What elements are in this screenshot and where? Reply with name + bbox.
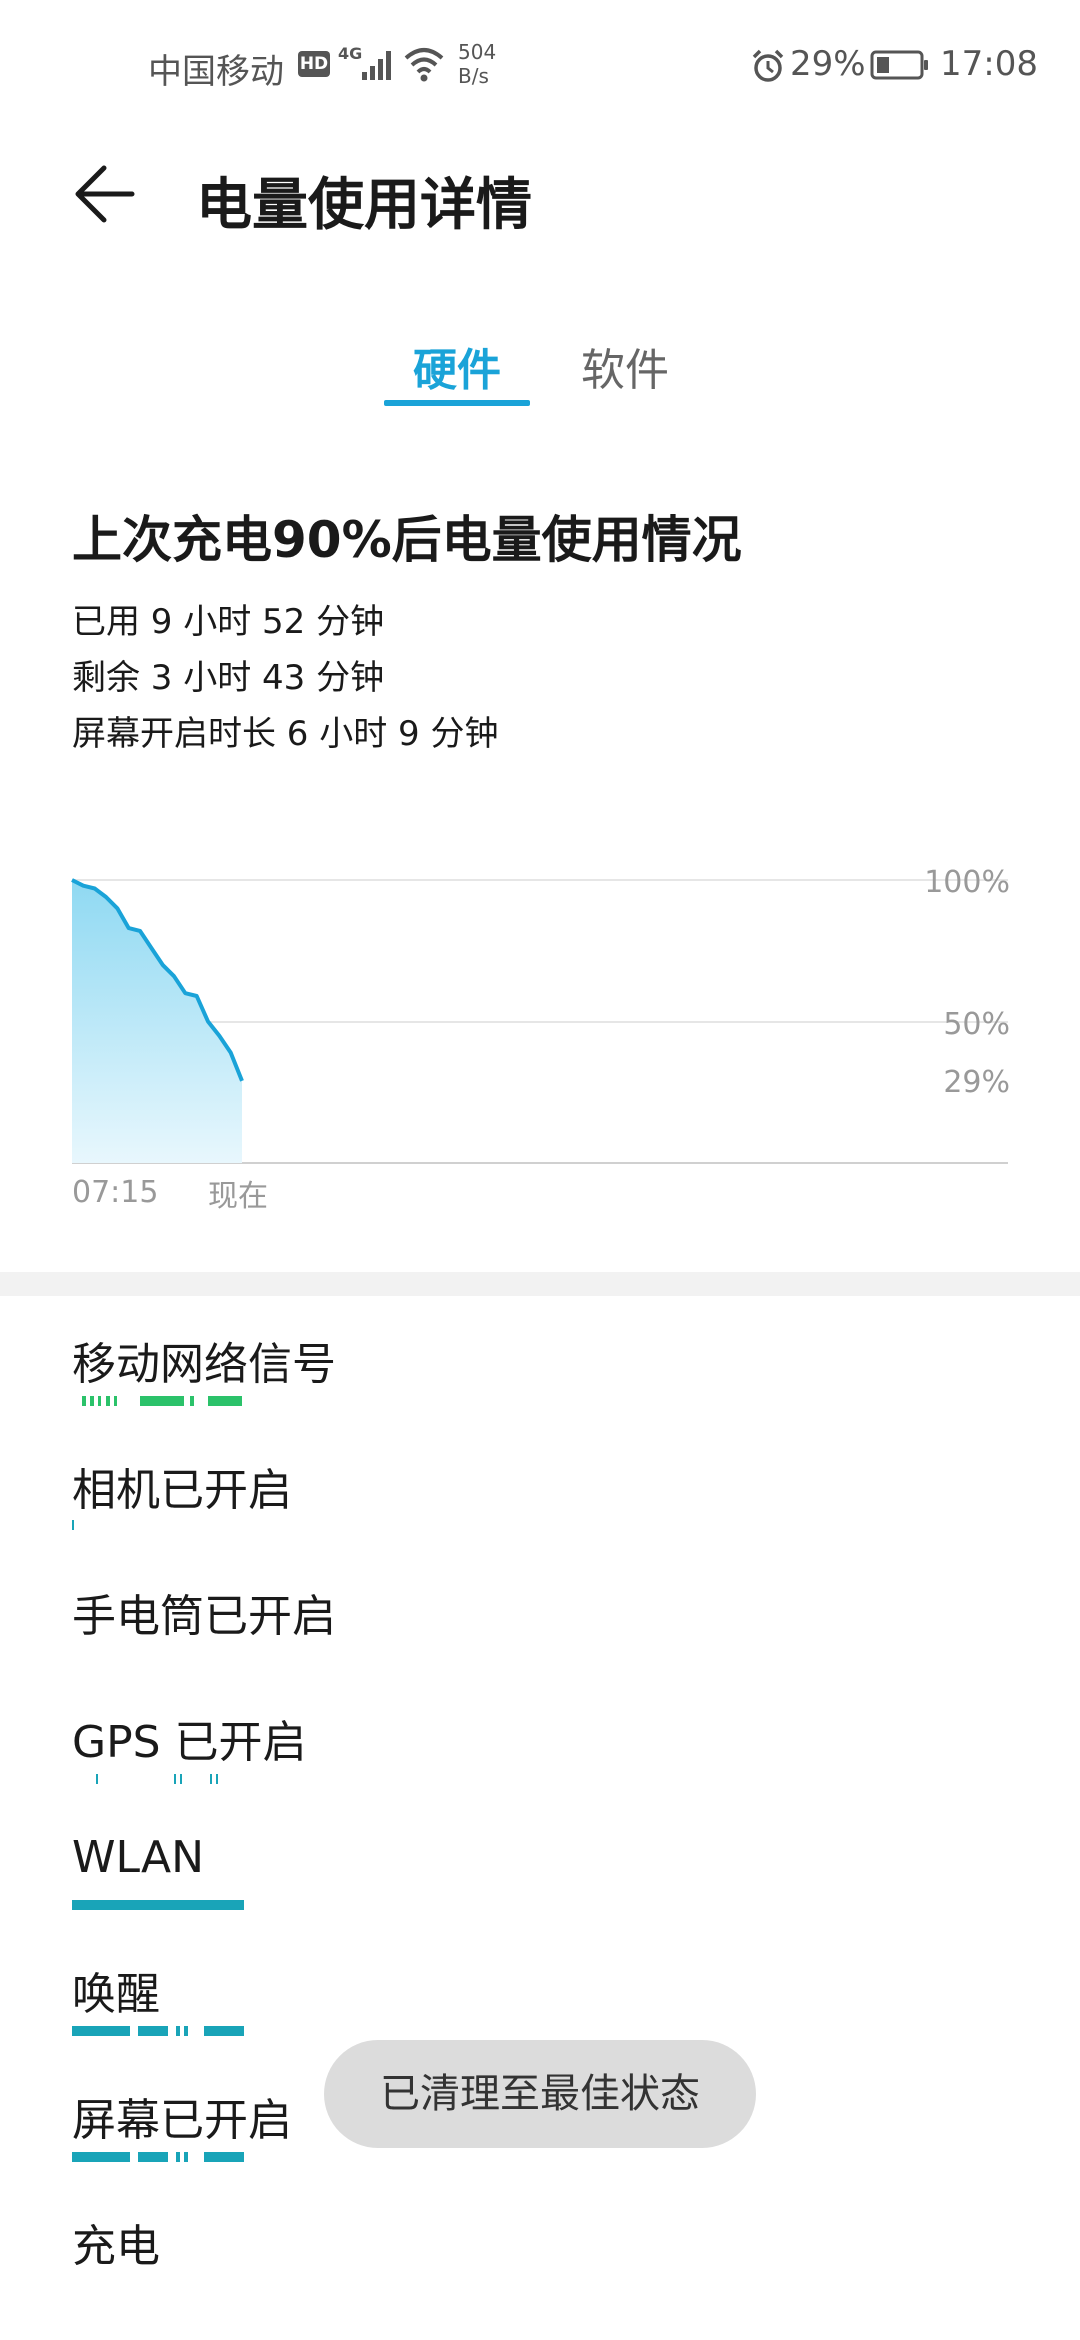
usage-item-gps[interactable]: GPS 已开启 (72, 1706, 307, 1770)
net-speed: 504 B/s (458, 40, 496, 88)
wakeup-usage-bar (72, 2026, 244, 2036)
screen-on-duration: 屏幕开启时长 6 小时 9 分钟 (72, 714, 499, 754)
tab-software[interactable]: 软件 (560, 334, 690, 398)
usage-item-charging[interactable]: 充电 (72, 2210, 160, 2274)
usage-item-camera[interactable]: 相机已开启 (72, 1454, 292, 1518)
alarm-icon (752, 49, 784, 82)
usage-used-time: 已用 9 小时 52 分钟 (72, 602, 385, 642)
usage-item-flashlight[interactable]: 手电筒已开启 (72, 1580, 336, 1644)
y-tick-50: 50% (943, 1007, 1010, 1042)
usage-remaining-time: 剩余 3 小时 43 分钟 (72, 658, 385, 698)
x-tick-start: 07:15 (72, 1175, 158, 1210)
status-bar: 中国移动 HD 4G 504 B/s 29% 17:08 (0, 0, 1080, 130)
y-tick-100: 100% (924, 865, 1010, 900)
back-button[interactable] (60, 150, 160, 250)
battery-percent: 29% (790, 44, 866, 84)
summary-title: 上次充电90%后电量使用情况 (72, 511, 742, 569)
battery-icon (870, 50, 928, 80)
x-tick-now: 现在 (208, 1179, 268, 1214)
battery-level-chart: 100% 50% 29% 07:15 现在 (71, 865, 1010, 1214)
usage-item-wakeup[interactable]: 唤醒 (72, 1958, 160, 2022)
wlan-usage-bar (72, 1900, 244, 1910)
clock-time: 17:08 (940, 44, 1038, 84)
section-divider (0, 1272, 1080, 1296)
usage-item-wlan[interactable]: WLAN (72, 1832, 204, 1883)
camera-usage-bar (72, 1520, 74, 1530)
usage-item-screen-on[interactable]: 屏幕已开启 (72, 2084, 292, 2148)
tab-hardware[interactable]: 硬件 (384, 334, 530, 398)
toast-message: 已清理至最佳状态 (324, 2040, 756, 2148)
net-speed-unit: B/s (458, 64, 489, 88)
carrier-name: 中国移动 (148, 52, 284, 92)
mobile-signal-bar (82, 1396, 242, 1406)
wifi-icon (404, 48, 444, 82)
net-speed-value: 504 (458, 40, 497, 64)
network-type: 4G (338, 44, 363, 63)
y-tick-current: 29% (943, 1065, 1010, 1100)
usage-item-mobile-signal[interactable]: 移动网络信号 (72, 1328, 336, 1392)
signal-icon (362, 51, 391, 80)
hd-icon: HD (298, 51, 330, 77)
gps-usage-bar (96, 1774, 218, 1784)
back-arrow-icon (75, 165, 135, 223)
active-tab-indicator (384, 400, 530, 406)
screen-on-usage-bar (72, 2152, 244, 2162)
page-title: 电量使用详情 (196, 173, 532, 238)
